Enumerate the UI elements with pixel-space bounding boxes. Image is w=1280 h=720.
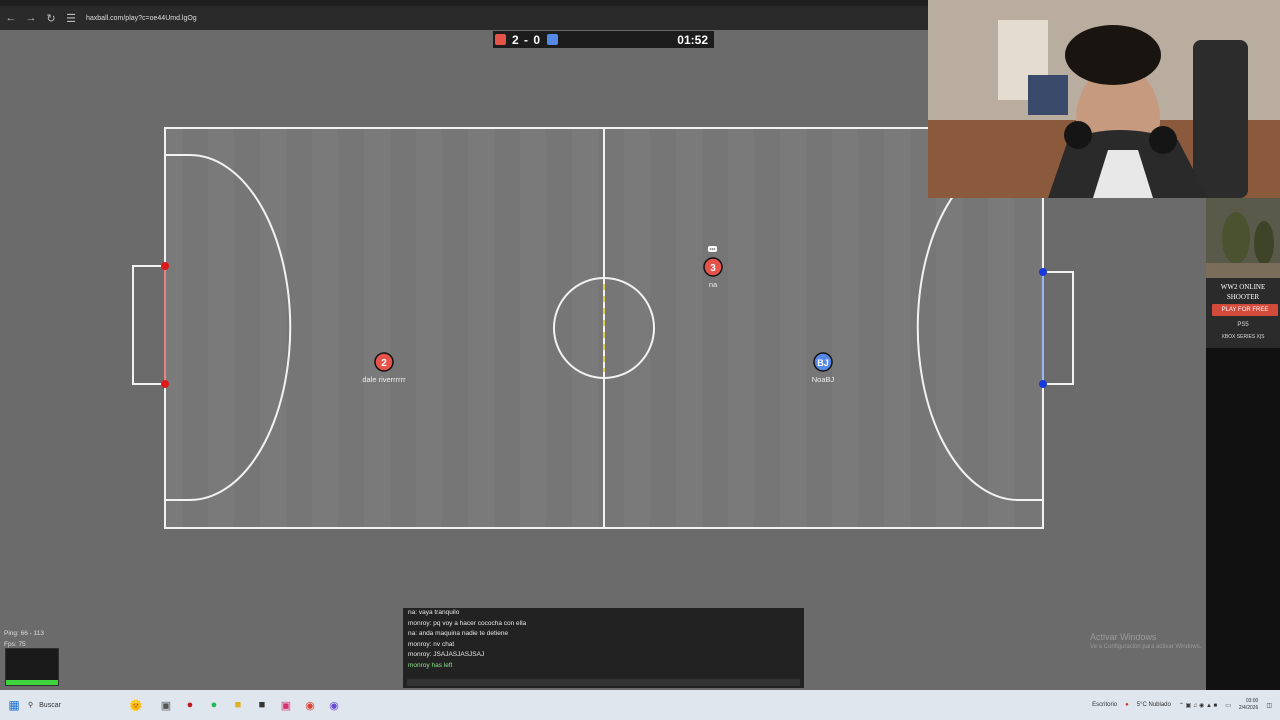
right-goalpost-top <box>1039 268 1047 276</box>
search-placeholder: Buscar <box>39 701 61 709</box>
widget-icon[interactable]: 🌞 <box>118 690 154 720</box>
watermark-title: Activar Windows <box>1090 632 1157 642</box>
ad-image <box>1206 198 1280 278</box>
side-panel <box>1206 348 1280 690</box>
left-goalpost-top <box>161 262 169 270</box>
notifications-icon[interactable]: ◫ <box>1266 702 1272 709</box>
player-blue-bj: BJ <box>813 352 833 372</box>
desktop-label[interactable]: Escritorio <box>1092 702 1117 708</box>
player-red-3: 3 <box>703 257 723 277</box>
app-dark-icon[interactable]: ■ <box>250 690 274 720</box>
weather-icon[interactable]: ● <box>1125 702 1129 708</box>
task-view-icon[interactable]: ▣ <box>154 690 178 720</box>
xbox-logo: XBOX SERIES X|S <box>1221 334 1265 340</box>
ad-title: WW2 ONLINE SHOOTER <box>1206 282 1280 302</box>
chat-message: monroy: pq voy a hacer cococha con ella <box>408 619 527 627</box>
right-goal <box>1043 271 1074 385</box>
tray-icons[interactable]: ⌃ ▣ ♫ ◉ ▲ ■ <box>1179 702 1217 709</box>
webcam-feed <box>928 0 1280 198</box>
right-goalpost-bottom <box>1039 380 1047 388</box>
chat-box[interactable]: na: vaya tranquilo monroy: pq voy a hace… <box>403 608 804 688</box>
ad-title-line: WW2 ONLINE <box>1220 283 1266 291</box>
search-icon: ⚲ <box>28 702 34 709</box>
player-avatar: 3 <box>710 263 716 274</box>
taskbar: ▦ ⚲ Buscar 🌞 ▣ ● ● ■ ■ ▣ ◉ ◉ Escritorio … <box>0 690 1280 720</box>
match-timer: 01:52 <box>677 33 708 47</box>
ping-readout: Ping: 66 - 113 <box>4 630 44 637</box>
chat-message: na: vaya tranquilo <box>408 609 460 616</box>
app-red-icon[interactable]: ● <box>178 690 202 720</box>
player-avatar: 2 <box>381 358 387 369</box>
instagram-icon[interactable]: ▣ <box>274 690 298 720</box>
file-explorer-icon[interactable]: ■ <box>226 690 250 720</box>
battery-icon[interactable]: ▭ <box>1225 702 1231 709</box>
advertisement[interactable]: WW2 ONLINE SHOOTER PLAY FOR FREE PS5 XBO… <box>1206 198 1280 348</box>
webcam-overlay <box>928 0 1280 198</box>
ad-title-line: SHOOTER <box>1226 293 1260 301</box>
windows-start-icon[interactable]: ▦ <box>0 690 28 720</box>
clock-date: 2/4/2026 <box>1238 705 1259 711</box>
player-name: NoaBJ <box>811 375 835 384</box>
spotify-icon[interactable]: ● <box>202 690 226 720</box>
performance-graph <box>5 648 59 686</box>
chat-message: na: anda maquina nadie te detiene <box>408 630 509 638</box>
red-team-indicator <box>495 34 506 45</box>
chrome-icon[interactable]: ◉ <box>298 690 322 720</box>
blue-team-indicator <box>547 34 559 45</box>
player-name: na <box>708 280 718 289</box>
chat-message: monroy: nv chat <box>408 640 455 648</box>
player-name: dale riverrrrrr <box>362 375 406 384</box>
chat-system-message: monroy has left <box>408 661 453 669</box>
scoreboard: 2 - 0 01:52 <box>493 31 714 48</box>
chat-bubble-icon <box>708 246 717 252</box>
score: 2 - 0 <box>512 32 542 47</box>
clock-time: 03:00 <box>1245 698 1259 704</box>
watermark-subtitle: Ve a Configuración para activar Windows. <box>1090 644 1202 650</box>
play-for-free-button[interactable]: PLAY FOR FREE <box>1212 304 1278 316</box>
clock[interactable]: 03:00 2/4/2026 <box>1239 698 1258 712</box>
system-tray: Escritorio ● 5°C Nublado ⌃ ▣ ♫ ◉ ▲ ■ ▭ 0… <box>1092 690 1272 720</box>
network-stats: Ping: 66 - 113 Fps: 75 <box>4 628 44 650</box>
left-goal <box>132 265 165 385</box>
taskbar-search[interactable]: ⚲ Buscar <box>28 690 118 720</box>
chat-message: monroy: JSAJASJASJSAJ <box>408 651 485 659</box>
player-red-2: 2 <box>374 352 394 372</box>
windows-activation-watermark: Activar Windows Ve a Configuración para … <box>1090 632 1201 650</box>
ps5-logo: PS5 <box>1237 322 1249 328</box>
app-purple-icon[interactable]: ◉ <box>322 690 346 720</box>
chat-input[interactable] <box>407 679 800 686</box>
weather-text[interactable]: 5°C Nublado <box>1137 702 1171 708</box>
performance-graph-bar <box>6 680 58 685</box>
player-avatar: BJ <box>817 358 829 368</box>
left-goalpost-bottom <box>161 380 169 388</box>
